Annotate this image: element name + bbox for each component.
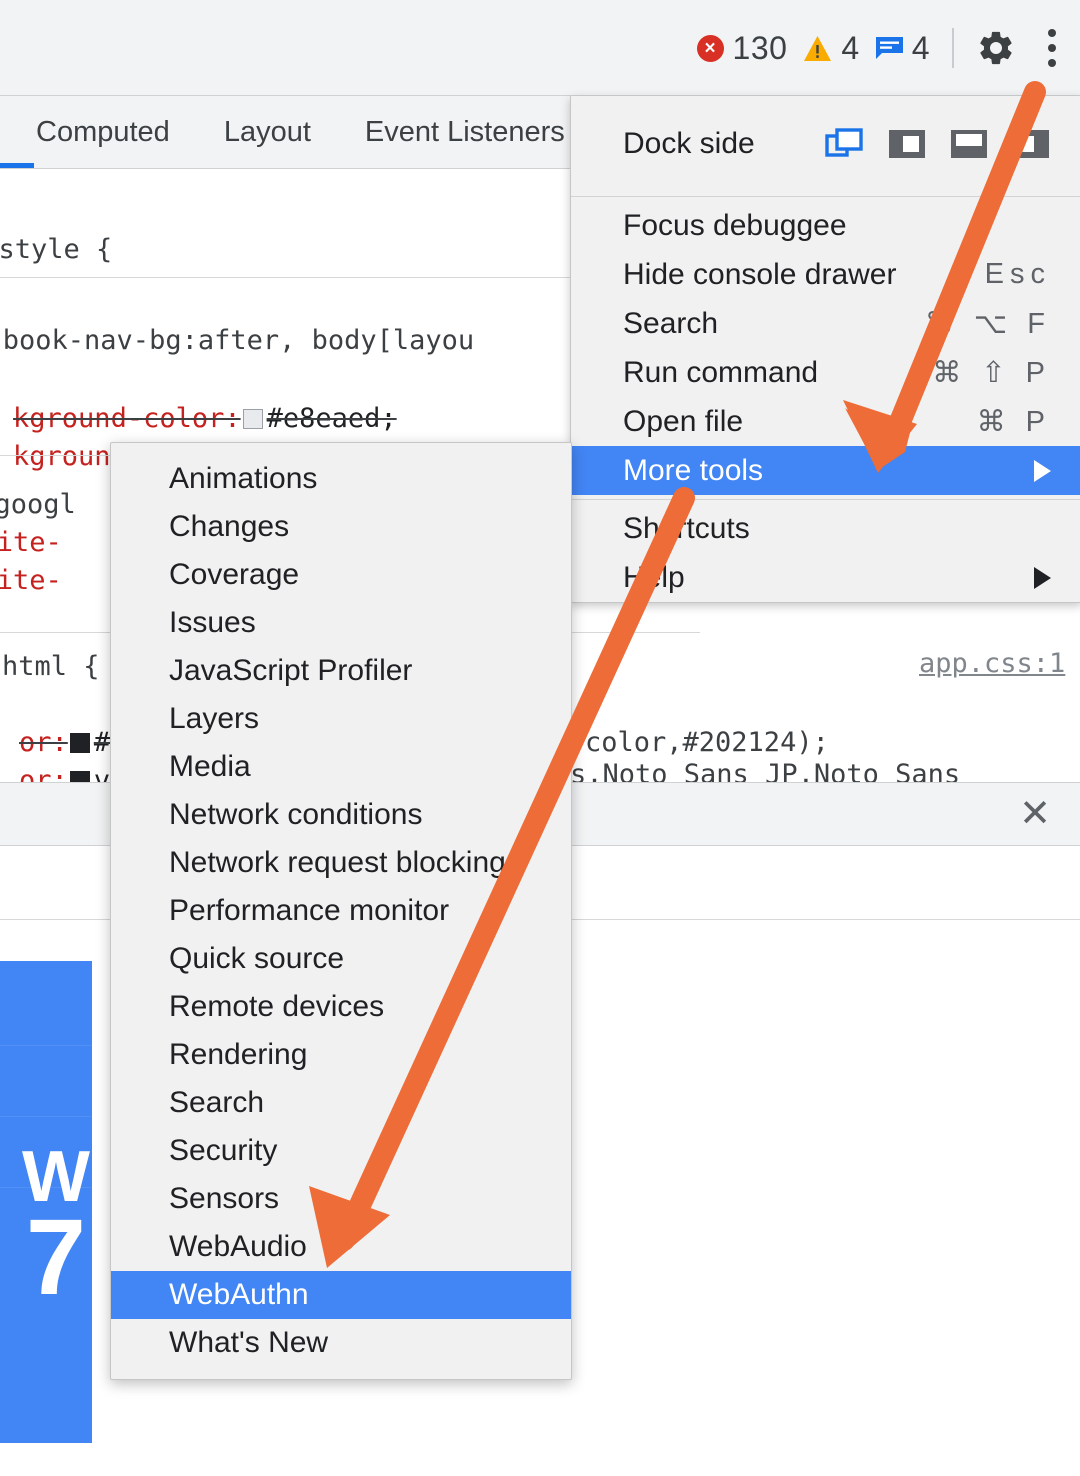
warning-count-group[interactable]: 4: [803, 30, 859, 67]
dock-side-options: [825, 126, 1051, 162]
submenu-item-layers[interactable]: Layers: [111, 695, 571, 743]
message-count: 4: [911, 29, 930, 66]
menu-item-label: Open file: [623, 404, 744, 438]
menu-item-label: Shortcuts: [623, 511, 750, 545]
tab-computed[interactable]: Computed: [36, 116, 170, 149]
submenu-item-remote-devices[interactable]: Remote devices: [111, 983, 571, 1031]
menu-item-focus-debuggee[interactable]: Focus debuggee: [571, 201, 1080, 250]
css-selector-line: te-book-nav-bg:after, body[layou: [0, 325, 475, 356]
menu-item-label: Help: [623, 560, 685, 594]
submenu-item-quick-source[interactable]: Quick source: [111, 935, 571, 983]
css-source-link[interactable]: app.css:1: [919, 648, 1065, 679]
devtools-toolbar: × 130 4 4: [0, 0, 1080, 96]
menu-item-shortcuts[interactable]: Shortcuts: [571, 504, 1080, 553]
devtools-main-menu: Dock side Focus debuggee Hide console dr…: [570, 96, 1080, 603]
submenu-item-whats-new[interactable]: What's New: [111, 1319, 571, 1367]
submenu-item-changes[interactable]: Changes: [111, 503, 571, 551]
menu-item-run-command[interactable]: Run command ⌘ ⇧ P: [571, 348, 1080, 397]
active-tab-indicator: [0, 163, 34, 168]
menu-item-shortcut: ⌘ ⌥ F: [924, 308, 1051, 340]
chevron-right-icon: [1034, 459, 1051, 482]
menu-item-label: Focus debuggee: [623, 208, 847, 242]
submenu-item-webauthn[interactable]: WebAuthn: [111, 1271, 571, 1319]
menu-separator-1: [571, 196, 1080, 197]
submenu-item-coverage[interactable]: Coverage: [111, 551, 571, 599]
menu-item-shortcut: ⌘ ⇧ P: [932, 357, 1051, 389]
dock-to-left-icon[interactable]: [887, 126, 927, 162]
submenu-item-rendering[interactable]: Rendering: [111, 1031, 571, 1079]
submenu-item-network-request-blocking[interactable]: Network request blocking: [111, 839, 571, 887]
more-tools-submenu: Animations Changes Coverage Issues JavaS…: [110, 442, 572, 1380]
submenu-item-javascript-profiler[interactable]: JavaScript Profiler: [111, 647, 571, 695]
css-media-line: e=googl: [0, 489, 76, 520]
css-var-line-2: evsite-: [0, 565, 62, 596]
dock-to-bottom-icon[interactable]: [949, 126, 989, 162]
menu-separator-2: [571, 499, 1080, 500]
submenu-item-webaudio[interactable]: WebAudio: [111, 1223, 571, 1271]
menu-item-shortcut: Esc: [984, 258, 1051, 290]
menu-item-label: Search: [623, 306, 719, 340]
tab-event-listeners[interactable]: Event Listeners: [365, 116, 565, 149]
vertical-dots-icon[interactable]: [1038, 28, 1066, 68]
toolbar-divider: [952, 28, 954, 68]
error-count: 130: [732, 29, 788, 66]
menu-item-hide-console-drawer[interactable]: Hide console drawer Esc: [571, 250, 1080, 299]
undock-into-separate-window-icon[interactable]: [825, 126, 865, 162]
dock-side-label: Dock side: [623, 127, 755, 160]
css-html-rule-line: html {: [2, 651, 100, 682]
chevron-right-icon: [1034, 566, 1051, 589]
message-count-group[interactable]: 4: [875, 29, 930, 67]
close-drawer-button[interactable]: ✕: [1009, 786, 1061, 842]
gear-icon[interactable]: [976, 28, 1016, 68]
submenu-item-animations[interactable]: Animations: [111, 455, 571, 503]
submenu-item-network-conditions[interactable]: Network conditions: [111, 791, 571, 839]
menu-item-label: Run command: [623, 355, 819, 389]
tab-layout[interactable]: Layout: [224, 116, 311, 149]
menu-item-help[interactable]: Help: [571, 553, 1080, 602]
submenu-item-issues[interactable]: Issues: [111, 599, 571, 647]
css-var-line-1: evsite-: [0, 527, 62, 558]
menu-item-open-file[interactable]: Open file ⌘ P: [571, 397, 1080, 446]
warning-count: 4: [841, 29, 860, 66]
submenu-item-search[interactable]: Search: [111, 1079, 571, 1127]
menu-item-label: More tools: [623, 453, 764, 487]
menu-item-search[interactable]: Search ⌘ ⌥ F: [571, 299, 1080, 348]
error-count-group[interactable]: × 130: [696, 29, 788, 67]
warning-icon: [803, 35, 832, 62]
menu-item-label: Hide console drawer: [623, 257, 897, 291]
message-icon: [875, 37, 903, 59]
devtools-screenshot: t.style { te-book-nav-bg:after, body[lay…: [0, 0, 1080, 1476]
submenu-item-sensors[interactable]: Sensors: [111, 1175, 571, 1223]
submenu-item-media[interactable]: Media: [111, 743, 571, 791]
menu-item-more-tools[interactable]: More tools: [571, 446, 1080, 495]
submenu-item-performance-monitor[interactable]: Performance monitor: [111, 887, 571, 935]
page-glyph-7: 7: [25, 1196, 86, 1317]
dock-to-right-icon[interactable]: [1011, 126, 1051, 162]
submenu-item-security[interactable]: Security: [111, 1127, 571, 1175]
error-icon: ×: [696, 34, 724, 62]
css-element-style-line: t.style {: [0, 234, 113, 265]
menu-item-shortcut: ⌘ P: [976, 406, 1051, 438]
dock-side-row: Dock side: [571, 96, 1080, 192]
page-content-blue-block: W 7: [0, 961, 92, 1443]
devtools-status-icons: × 130 4 4: [696, 0, 1066, 96]
